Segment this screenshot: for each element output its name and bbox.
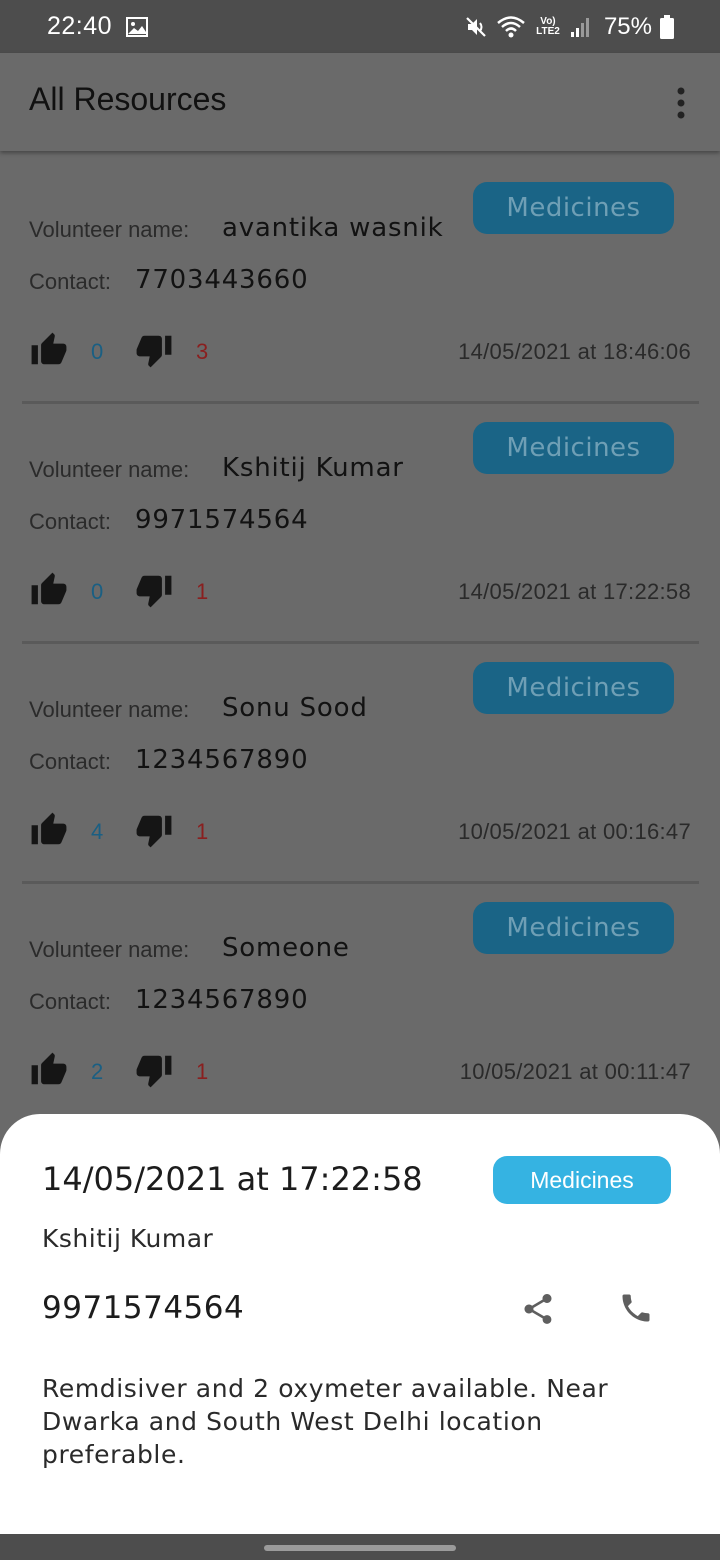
app-bar: All Resources [0,53,720,151]
card-date: 10/05/2021 at 00:11:47 [459,1059,691,1084]
thumb-down-icon[interactable] [135,811,173,849]
thumb-up-icon[interactable] [29,331,69,369]
share-icon[interactable] [520,1290,556,1328]
contact-label: Contact: [29,749,111,774]
volunteer-name: avantika wasnik [222,213,444,243]
contact-label: Contact: [29,509,111,534]
thumb-down-icon[interactable] [135,331,173,369]
more-vert-icon[interactable] [664,83,698,123]
volunteer-label: Volunteer name: [29,217,190,242]
category-chip[interactable]: Medicines [493,1156,671,1204]
status-icons: Vo) LTE2 75% [464,13,674,41]
resource-card[interactable]: Medicines Volunteer name: Kshitij Kumar … [0,391,720,644]
upvote-count: 0 [91,339,104,364]
volunteer-name: Someone [222,933,350,963]
contact-number: 1234567890 [135,745,309,775]
contact-number: 9971574564 [135,505,309,535]
sheet-date: 14/05/2021 at 17:22:58 [42,1160,423,1198]
contact-number: 7703443660 [135,265,309,295]
mute-icon [466,16,486,37]
thumb-up-icon[interactable] [29,571,69,609]
wifi-icon [497,15,525,37]
volunteer-name: Sonu Sood [222,693,368,723]
resource-card[interactable]: Medicines Volunteer name: avantika wasni… [0,151,720,404]
contact-label: Contact: [29,989,111,1014]
volunteer-label: Volunteer name: [29,937,190,962]
home-indicator[interactable] [264,1545,456,1551]
resource-card[interactable]: Medicines Volunteer name: Sonu Sood Cont… [0,631,720,884]
battery-icon [660,14,674,39]
card-date: 14/05/2021 at 17:22:58 [458,579,691,604]
signal-icon [570,17,589,37]
upvote-count: 2 [91,1059,104,1084]
navigation-bar [0,1534,720,1560]
resource-card[interactable]: Medicines Volunteer name: Someone Contac… [0,871,720,1111]
phone-icon[interactable] [618,1290,654,1326]
thumb-up-icon[interactable] [29,1051,69,1089]
downvote-count: 1 [196,819,209,844]
sheet-volunteer-name: Kshitij Kumar [42,1224,214,1253]
page-title: All Resources [29,81,227,117]
category-chip[interactable]: Medicines [473,662,674,714]
volunteer-label: Volunteer name: [29,697,190,722]
category-chip[interactable]: Medicines [473,422,674,474]
upvote-count: 4 [91,819,104,844]
sheet-phone-number: 9971574564 [42,1290,245,1326]
status-time: 22:40 [47,12,113,40]
upvote-count: 0 [91,579,104,604]
volunteer-name: Kshitij Kumar [222,453,404,483]
downvote-count: 1 [196,579,209,604]
volunteer-label: Volunteer name: [29,457,190,482]
thumb-up-icon[interactable] [29,811,69,849]
network-type-label: Vo) LTE2 [536,15,560,37]
category-chip[interactable]: Medicines [473,182,674,234]
sheet-description: Remdisiver and 2 oxymeter available. Nea… [42,1374,609,1469]
battery-percent: 75% [603,12,652,40]
contact-label: Contact: [29,269,111,294]
downvote-count: 1 [196,1059,209,1084]
contact-number: 1234567890 [135,985,309,1015]
thumb-down-icon[interactable] [135,1051,173,1089]
card-date: 10/05/2021 at 00:16:47 [458,819,691,844]
thumb-down-icon[interactable] [135,571,173,609]
image-icon [126,16,149,37]
status-bar: 22:40 Vo) LTE2 75% [0,0,720,53]
category-chip[interactable]: Medicines [473,902,674,954]
downvote-count: 3 [196,339,209,364]
detail-bottom-sheet: 14/05/2021 at 17:22:58 Medicines Kshitij… [0,1114,720,1534]
card-date: 14/05/2021 at 18:46:06 [458,339,691,364]
